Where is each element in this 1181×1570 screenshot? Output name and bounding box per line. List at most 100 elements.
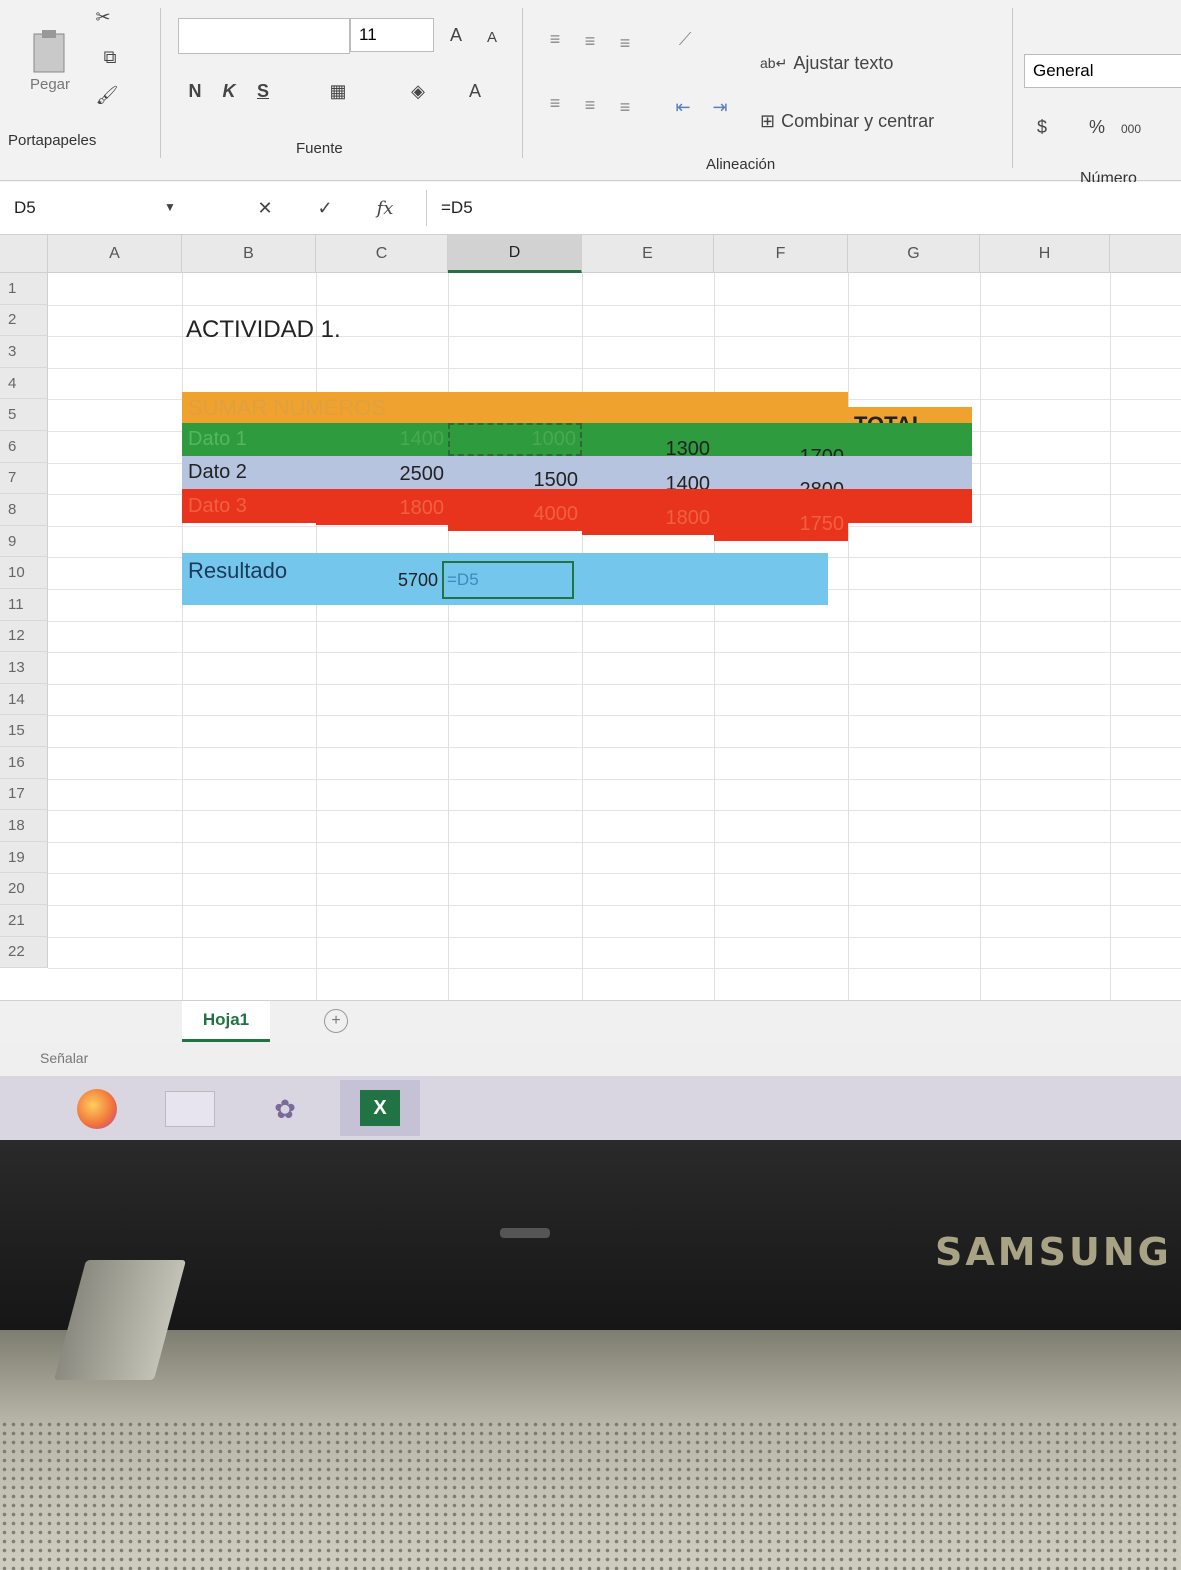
decrease-font-icon[interactable]: A	[478, 22, 506, 52]
merge-center-button[interactable]: ⊞ Combinar y centrar	[760, 104, 1000, 138]
dato-1-c: 1400	[399, 428, 445, 450]
result-value: 5700	[397, 569, 438, 590]
clipboard-group-label: Portapapeles	[8, 132, 97, 149]
row-header[interactable]: 4	[0, 367, 48, 400]
paste-button[interactable]: Pegar	[20, 10, 80, 110]
align-middle-icon[interactable]: ≡	[575, 26, 605, 56]
row-header[interactable]: 6	[0, 431, 48, 463]
copy-icon[interactable]: ⧉	[90, 42, 130, 72]
row-header[interactable]: 2	[0, 304, 48, 337]
column-header-b[interactable]: B	[182, 235, 316, 273]
cut-icon[interactable]: ✂	[88, 2, 118, 32]
row-header[interactable]: 21	[0, 905, 48, 937]
formula-bar: D5 ▼ ✕ ✓ fx =D5	[0, 182, 1181, 235]
cancel-icon[interactable]: ✕	[250, 192, 280, 224]
row-header[interactable]: 10	[0, 557, 48, 589]
currency-button[interactable]: $	[1030, 112, 1054, 142]
decrease-indent-icon[interactable]: ⇤	[668, 92, 698, 122]
row-header[interactable]: 18	[0, 810, 48, 842]
row-header[interactable]: 3	[0, 336, 48, 368]
sheet-tabs-bar: Hoja1 +	[0, 1000, 1181, 1043]
name-box-dropdown-icon[interactable]: ▼	[160, 192, 180, 222]
sum-numbers-header: SUMAR NUMEROS	[182, 392, 848, 423]
row-header[interactable]: 14	[0, 683, 48, 716]
increase-font-icon[interactable]: A	[442, 20, 470, 50]
align-right-icon[interactable]: ≡	[610, 92, 640, 122]
borders-icon[interactable]: ▦	[318, 76, 358, 106]
enter-icon[interactable]: ✓	[310, 192, 340, 224]
select-all-corner[interactable]	[0, 235, 48, 273]
align-top-icon[interactable]: ≡	[540, 24, 570, 54]
align-center-icon[interactable]: ≡	[575, 90, 605, 120]
row-header[interactable]: 19	[0, 841, 48, 874]
font-size-select[interactable]: 11	[350, 18, 434, 52]
orientation-icon[interactable]: ⟋	[665, 24, 705, 54]
speaker-grill	[0, 1420, 1181, 1570]
taskbar: ✿ X	[0, 1076, 1181, 1140]
dato-2-c: 2500	[399, 463, 445, 485]
excel-taskbar-icon[interactable]: X	[340, 1080, 420, 1136]
row-header[interactable]: 11	[0, 589, 48, 621]
row-header[interactable]: 12	[0, 620, 48, 653]
status-bar: Señalar	[0, 1042, 1181, 1076]
active-cell-editor[interactable]: =D5	[442, 561, 574, 599]
column-header-e[interactable]: E	[582, 235, 714, 273]
bold-button[interactable]: N	[182, 76, 208, 106]
row-header[interactable]: 20	[0, 873, 48, 905]
number-format-select[interactable]: General	[1024, 54, 1181, 88]
row-header[interactable]: 7	[0, 462, 48, 495]
column-header-g[interactable]: G	[848, 235, 980, 273]
column-header-a[interactable]: A	[48, 235, 182, 273]
dato-3-d: 4000	[448, 497, 582, 531]
italic-button[interactable]: K	[216, 76, 242, 106]
screen: Pegar ✂ ⧉ 🖌 Portapapeles 11 A A N K S ▦ …	[0, 0, 1181, 1140]
worksheet-grid[interactable]: A B C D E F G H 1 2 3 4 5 6 7 8 9 10 11 12 13 14 15 16 1…	[0, 235, 1181, 1035]
merge-center-label: Combinar y centrar	[781, 110, 935, 131]
font-size-value: 11	[359, 25, 377, 44]
align-left-icon[interactable]: ≡	[540, 88, 570, 118]
row-header[interactable]: 8	[0, 494, 48, 526]
dato-2-label: Dato 2	[188, 461, 247, 483]
dato-1-d[interactable]: 1000	[448, 423, 582, 456]
file-explorer-icon[interactable]	[155, 1084, 225, 1134]
wrap-text-label: Ajustar texto	[793, 52, 894, 73]
increase-indent-icon[interactable]: ⇥	[705, 92, 735, 122]
column-header-i[interactable]	[1110, 235, 1181, 273]
underline-button[interactable]: S	[250, 76, 276, 106]
dato-3-label: Dato 3	[188, 494, 247, 517]
row-header[interactable]: 17	[0, 778, 48, 811]
row-header[interactable]: 15	[0, 715, 48, 747]
firefox-icon[interactable]	[62, 1084, 132, 1134]
fill-color-icon[interactable]: ◈	[398, 76, 438, 106]
app-icon[interactable]: ✿	[250, 1084, 320, 1134]
webcam-indicator	[500, 1228, 550, 1238]
row-header[interactable]: 16	[0, 747, 48, 779]
row-header[interactable]: 5	[0, 399, 48, 431]
dato-3-f: 1750	[714, 507, 848, 541]
wrap-text-button[interactable]: ab↵ Ajustar texto	[760, 46, 950, 80]
font-color-icon[interactable]: A	[460, 76, 490, 106]
percent-button[interactable]: %	[1084, 112, 1110, 142]
dato-3-e: 1800	[582, 501, 714, 535]
dato-1-label: Dato 1	[188, 428, 247, 450]
activity-title: ACTIVIDAD 1.	[186, 316, 341, 343]
column-header-f[interactable]: F	[714, 235, 848, 273]
font-name-select[interactable]	[178, 18, 350, 54]
column-header-d[interactable]: D	[448, 235, 582, 273]
add-sheet-button[interactable]: +	[324, 1009, 348, 1033]
thousands-button[interactable]: 000	[1114, 114, 1148, 144]
format-painter-icon[interactable]: 🖌	[92, 80, 122, 110]
row-header[interactable]: 1	[0, 273, 48, 305]
column-header-c[interactable]: C	[316, 235, 448, 273]
align-bottom-icon[interactable]: ≡	[610, 28, 640, 58]
paste-label: Pegar	[29, 75, 71, 93]
row-header[interactable]: 13	[0, 652, 48, 684]
column-header-h[interactable]: H	[980, 235, 1110, 273]
formula-input[interactable]: =D5	[426, 190, 1181, 226]
font-group-label: Fuente	[296, 140, 343, 157]
row-header[interactable]: 9	[0, 525, 48, 558]
dato-3-c: 1800	[316, 491, 448, 525]
row-header[interactable]: 22	[0, 936, 48, 969]
sheet-tab-hoja1[interactable]: Hoja1	[182, 1001, 270, 1042]
insert-function-icon[interactable]: fx	[370, 192, 400, 224]
